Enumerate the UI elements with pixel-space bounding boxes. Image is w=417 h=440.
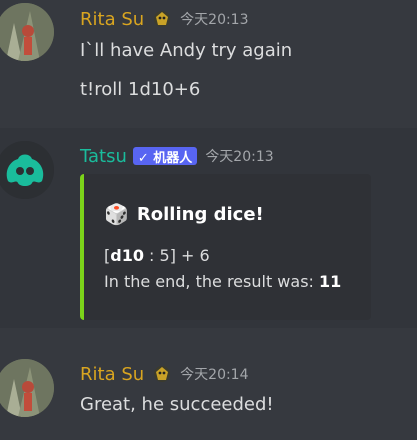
message-group-rita-2: Rita Su 今天20:14 Great, he succeeded! <box>0 348 417 440</box>
avatar-image <box>0 3 54 61</box>
message-text: Great, he succeeded! <box>80 394 274 415</box>
embed-title-text: Rolling dice! <box>136 203 264 225</box>
embed-title: 🎲 Rolling dice! <box>104 202 264 226</box>
author-name[interactable]: Rita Su <box>80 9 144 30</box>
embed-accent-bar <box>80 174 84 320</box>
result-value: 11 <box>319 272 342 291</box>
bot-tag: ✓ 机器人 <box>132 147 198 166</box>
dice-icon: 🎲 <box>104 202 129 226</box>
timestamp[interactable]: 今天20:13 <box>180 9 248 29</box>
author-name[interactable]: Rita Su <box>80 364 144 385</box>
dice-roll-embed: 🎲 Rolling dice! [d10 : 5] + 6 In the end… <box>80 174 371 320</box>
roll-result: In the end, the result was: 11 <box>104 272 341 291</box>
avatar-image <box>0 359 54 417</box>
timestamp[interactable]: 今天20:14 <box>180 364 248 384</box>
avatar[interactable] <box>0 141 54 199</box>
avatar[interactable] <box>0 359 54 417</box>
timestamp[interactable]: 今天20:13 <box>205 146 273 166</box>
roll-rest: : 5] + 6 <box>143 246 210 265</box>
result-prefix: In the end, the result was: <box>104 272 319 291</box>
message-text: I`ll have Andy try again <box>80 40 293 61</box>
message-header: Tatsu ✓ 机器人 今天20:13 <box>80 144 274 168</box>
roll-breakdown: [d10 : 5] + 6 <box>104 246 210 265</box>
avatar[interactable] <box>0 3 54 61</box>
tatsu-logo-icon <box>0 141 54 199</box>
author-name[interactable]: Tatsu <box>80 146 127 167</box>
message-header: Rita Su 今天20:13 <box>80 7 249 31</box>
role-badge-icon[interactable] <box>152 364 172 384</box>
message-header: Rita Su 今天20:14 <box>80 362 249 386</box>
roll-die: d10 <box>110 246 144 265</box>
role-badge-icon[interactable] <box>152 9 172 29</box>
message-text: t!roll 1d10+6 <box>80 79 201 100</box>
message-group-rita-1: Rita Su 今天20:13 I`ll have Andy try again… <box>0 0 417 120</box>
